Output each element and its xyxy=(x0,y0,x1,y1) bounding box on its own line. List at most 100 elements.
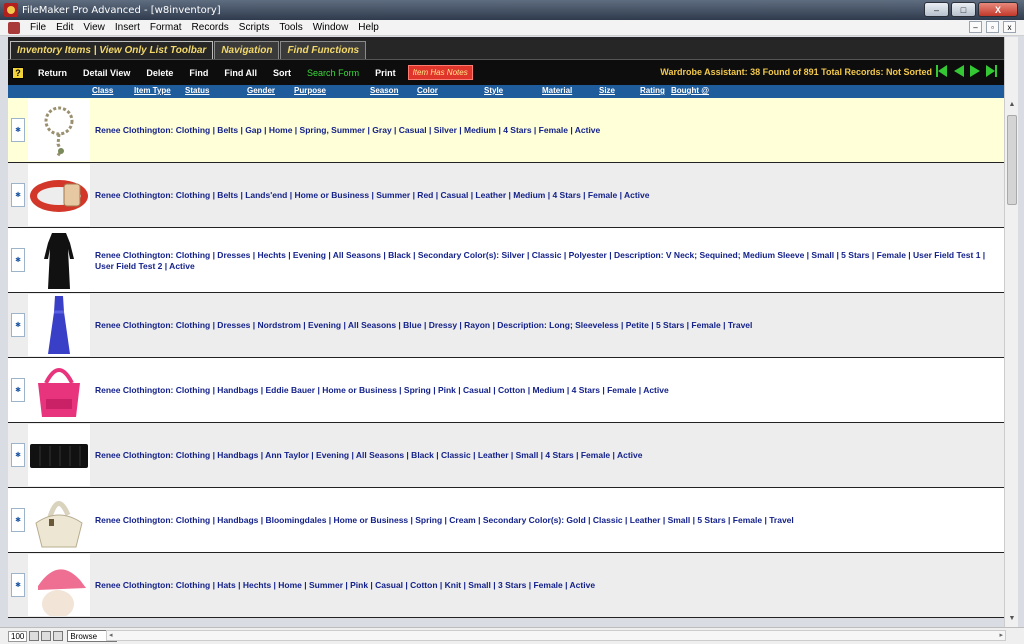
menu-view[interactable]: View xyxy=(78,22,110,33)
row-select-icon[interactable]: ✱ xyxy=(11,443,25,467)
return-button[interactable]: Return xyxy=(30,68,75,78)
doc-restore-button[interactable]: ▫ xyxy=(986,21,999,33)
last-record-icon[interactable] xyxy=(986,65,998,77)
row-select-icon[interactable]: ✱ xyxy=(11,573,25,597)
sort-class-header[interactable]: Class xyxy=(92,86,113,95)
window-title: FileMaker Pro Advanced - [w8inventory] xyxy=(22,4,221,16)
sort-purpose-header[interactable]: Purpose xyxy=(294,86,326,95)
help-icon[interactable]: ? xyxy=(12,66,24,79)
sort-item-type-header[interactable]: Item Type xyxy=(134,86,171,95)
menu-file[interactable]: File xyxy=(25,22,51,33)
document-controls: – ▫ x xyxy=(969,21,1016,33)
sort-material-header[interactable]: Material xyxy=(542,86,572,95)
horizontal-scrollbar[interactable]: ◂ ▸ xyxy=(106,630,1006,641)
sort-gender-header[interactable]: Gender xyxy=(247,86,275,95)
blue-gown-thumbnail xyxy=(28,294,90,356)
row-select-icon[interactable]: ✱ xyxy=(11,378,25,402)
delete-button[interactable]: Delete xyxy=(138,68,181,78)
first-record-icon[interactable] xyxy=(936,65,948,77)
menu-insert[interactable]: Insert xyxy=(110,22,145,33)
column-header-bar: Class Item Type Status Gender Purpose Se… xyxy=(8,85,1004,98)
next-record-icon[interactable] xyxy=(970,65,980,77)
sort-season-header[interactable]: Season xyxy=(370,86,398,95)
sort-rating-header[interactable]: Rating xyxy=(640,86,665,95)
zoom-out-icon[interactable] xyxy=(29,631,40,641)
toggle-status-area-icon[interactable] xyxy=(53,631,64,641)
find-button[interactable]: Find xyxy=(181,68,216,78)
scroll-left-icon[interactable]: ◂ xyxy=(109,631,113,639)
record-summary: Renee Clothington: Clothing | Belts | Ga… xyxy=(95,125,601,135)
cream-hobo-bag-thumbnail xyxy=(28,489,90,551)
record-summary: Renee Clothington: Clothing | Belts | La… xyxy=(95,190,650,200)
row-select-icon[interactable]: ✱ xyxy=(11,508,25,532)
pink-handbag-thumbnail xyxy=(28,359,90,421)
detail-view-button[interactable]: Detail View xyxy=(75,68,138,78)
document-icon[interactable] xyxy=(8,21,20,34)
row-select-icon[interactable]: ✱ xyxy=(11,248,25,272)
filemaker-window: FileMaker Pro Advanced - [w8inventory] –… xyxy=(0,0,1024,644)
chain-belt-thumbnail xyxy=(28,99,90,161)
scroll-thumb[interactable] xyxy=(1007,115,1017,205)
vertical-scrollbar[interactable]: ▲ ▼ xyxy=(1004,37,1018,627)
layout-toolbar: Inventory Items | View Only List Toolbar… xyxy=(8,37,1004,85)
print-button[interactable]: Print xyxy=(367,68,404,78)
record-row[interactable]: ✱ Renee Clothington: Clothing | Handbags… xyxy=(8,423,1004,488)
scroll-up-icon[interactable]: ▲ xyxy=(1007,101,1017,111)
sort-color-header[interactable]: Color xyxy=(417,86,438,95)
record-row[interactable]: ✱ Renee Clothington: Clothing | Hats | H… xyxy=(8,553,1004,618)
button-bar: ? Return Detail View Delete Find Find Al… xyxy=(8,59,1004,85)
black-dress-thumbnail xyxy=(28,229,90,291)
item-has-notes-button[interactable]: Item Has Notes xyxy=(407,65,473,80)
previous-record-icon[interactable] xyxy=(954,65,964,77)
menu-window[interactable]: Window xyxy=(308,22,354,33)
record-navigation xyxy=(936,65,998,77)
tab-inventory-items[interactable]: Inventory Items | View Only List Toolbar xyxy=(10,41,214,59)
sort-button[interactable]: Sort xyxy=(265,68,299,78)
menu-format[interactable]: Format xyxy=(145,22,187,33)
row-select-icon[interactable]: ✱ xyxy=(11,183,25,207)
record-row[interactable]: ✱ Renee Clothington: Clothing | Belts | … xyxy=(8,98,1004,163)
sort-style-header[interactable]: Style xyxy=(484,86,503,95)
record-summary: Renee Clothington: Clothing | Handbags |… xyxy=(95,450,643,460)
search-form-button[interactable]: Search Form xyxy=(299,68,367,78)
find-all-button[interactable]: Find All xyxy=(216,68,265,78)
minimize-button[interactable]: – xyxy=(924,2,949,17)
close-button[interactable]: X xyxy=(978,2,1018,17)
tab-navigation[interactable]: Navigation xyxy=(214,41,280,59)
record-row[interactable]: ✱ Renee Clothington: Clothing | Handbags… xyxy=(8,358,1004,423)
menu-bar: File Edit View Insert Format Records Scr… xyxy=(0,20,1024,36)
menu-scripts[interactable]: Scripts xyxy=(234,22,275,33)
menu-records[interactable]: Records xyxy=(187,22,234,33)
record-row[interactable]: ✱ Renee Clothington: Clothing | Dresses … xyxy=(8,228,1004,293)
maximize-button[interactable]: □ xyxy=(951,2,976,17)
found-status-text: Wardrobe Assistant: 38 Found of 891 Tota… xyxy=(660,67,932,77)
sort-size-header[interactable]: Size xyxy=(599,86,615,95)
record-summary: Renee Clothington: Clothing | Handbags |… xyxy=(95,385,669,395)
title-bar: FileMaker Pro Advanced - [w8inventory] –… xyxy=(0,0,1024,20)
row-select-icon[interactable]: ✱ xyxy=(11,118,25,142)
zoom-level[interactable]: 100 xyxy=(8,630,28,642)
record-summary: Renee Clothington: Clothing | Dresses | … xyxy=(95,320,753,330)
status-bar: 100 Browse ▾ ◂ ▸ xyxy=(0,627,1024,644)
red-belt-thumbnail xyxy=(28,164,90,226)
pink-cap-thumbnail xyxy=(28,554,90,618)
filemaker-app-icon xyxy=(4,3,18,17)
menu-tools[interactable]: Tools xyxy=(274,22,307,33)
tab-find-functions[interactable]: Find Functions xyxy=(280,41,367,59)
record-row[interactable]: ✱ Renee Clothington: Clothing | Belts | … xyxy=(8,163,1004,228)
record-row[interactable]: ✱ Renee Clothington: Clothing | Handbags… xyxy=(8,488,1004,553)
record-summary: Renee Clothington: Clothing | Hats | Hec… xyxy=(95,580,596,590)
menu-help[interactable]: Help xyxy=(353,22,384,33)
sort-bought-at-header[interactable]: Bought @ xyxy=(671,86,709,95)
black-clutch-thumbnail xyxy=(28,424,90,486)
scroll-right-icon[interactable]: ▸ xyxy=(999,631,1003,639)
record-row[interactable]: ✱ Renee Clothington: Clothing | Dresses … xyxy=(8,293,1004,358)
record-summary: Renee Clothington: Clothing | Handbags |… xyxy=(95,515,794,525)
doc-minimize-button[interactable]: – xyxy=(969,21,982,33)
scroll-down-icon[interactable]: ▼ xyxy=(1007,615,1017,625)
zoom-in-icon[interactable] xyxy=(41,631,52,641)
menu-edit[interactable]: Edit xyxy=(51,22,78,33)
doc-close-button[interactable]: x xyxy=(1003,21,1016,33)
row-select-icon[interactable]: ✱ xyxy=(11,313,25,337)
sort-status-header[interactable]: Status xyxy=(185,86,209,95)
